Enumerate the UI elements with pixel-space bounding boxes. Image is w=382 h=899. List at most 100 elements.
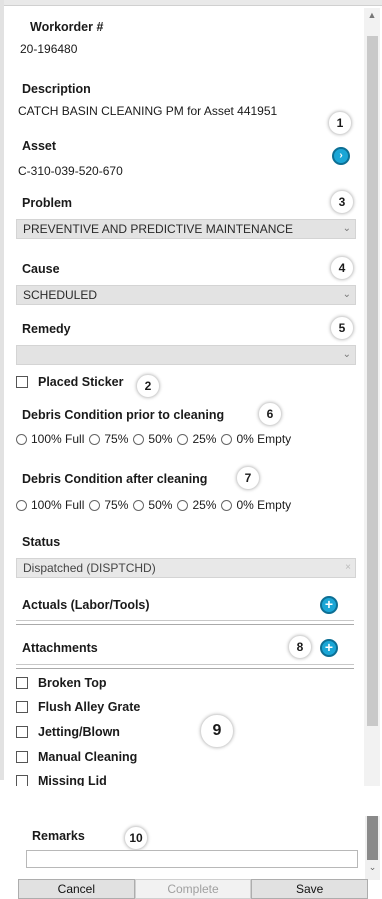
debris-after-option-100[interactable]: 100% Full <box>16 498 84 512</box>
radio-button[interactable] <box>177 499 189 511</box>
divider <box>16 624 354 625</box>
status-label: Status <box>22 535 61 549</box>
debris-after-option-50[interactable]: 50% <box>133 498 172 512</box>
radio-button[interactable] <box>89 499 101 511</box>
debris-prior-option-75[interactable]: 75% <box>89 432 128 446</box>
checklist-item[interactable]: Missing Lid <box>16 774 107 786</box>
scroll-down-icon[interactable]: ⌄ <box>365 862 380 873</box>
complete-button[interactable]: Complete <box>134 879 252 899</box>
debris-after-option-25[interactable]: 25% <box>177 498 216 512</box>
scrollbar-thumb[interactable] <box>367 816 378 860</box>
workorder-label: Workorder # <box>30 20 104 34</box>
debris-prior-option-0[interactable]: 0% Empty <box>221 432 291 446</box>
radio-button[interactable] <box>177 433 189 445</box>
annotation-badge-8: 8 <box>288 635 312 659</box>
debris-prior-label: Debris Condition prior to cleaning <box>22 408 225 422</box>
radio-button[interactable] <box>221 433 233 445</box>
radio-button[interactable] <box>89 433 101 445</box>
add-attachment-icon[interactable]: + <box>320 639 338 657</box>
add-actuals-icon[interactable]: + <box>320 596 338 614</box>
divider <box>16 668 354 669</box>
checklist-label: Broken Top <box>38 676 107 690</box>
save-button[interactable]: Save <box>251 879 369 899</box>
radio-button[interactable] <box>133 433 145 445</box>
annotation-badge-9: 9 <box>200 714 234 748</box>
divider <box>16 620 354 621</box>
cause-value: SCHEDULED <box>23 288 98 302</box>
scrollbar-thumb[interactable] <box>367 36 378 726</box>
remarks-label: Remarks <box>32 829 85 843</box>
checklist-label: Flush Alley Grate <box>38 700 141 714</box>
cause-dropdown[interactable]: SCHEDULED ⌄ <box>16 285 356 305</box>
annotation-badge-10: 10 <box>124 826 148 850</box>
option-label: 25% <box>192 498 217 512</box>
chevron-down-icon: ⌄ <box>342 223 351 234</box>
checklist-item[interactable]: Manual Cleaning <box>16 750 137 764</box>
option-label: 100% Full <box>31 432 85 446</box>
chevron-down-icon: ⌄ <box>342 289 351 300</box>
asset-lookup-icon[interactable]: › <box>332 147 350 165</box>
checklist-item[interactable]: Flush Alley Grate <box>16 700 140 714</box>
checkbox-box[interactable] <box>16 376 28 388</box>
debris-after-label: Debris Condition after cleaning <box>22 472 208 486</box>
chevron-down-icon: ⌄ <box>342 349 351 360</box>
divider <box>16 664 354 665</box>
debris-prior-option-25[interactable]: 25% <box>177 432 216 446</box>
radio-button[interactable] <box>16 433 27 445</box>
debris-prior-option-50[interactable]: 50% <box>133 432 172 446</box>
problem-value: PREVENTIVE AND PREDICTIVE MAINTENANCE <box>23 222 294 236</box>
placed-sticker-label: Placed Sticker <box>38 375 124 389</box>
radio-button[interactable] <box>16 499 27 511</box>
problem-dropdown[interactable]: PREVENTIVE AND PREDICTIVE MAINTENANCE ⌄ <box>16 219 356 239</box>
close-icon: × <box>345 562 351 573</box>
radio-button[interactable] <box>221 499 233 511</box>
cancel-button[interactable]: Cancel <box>18 879 135 899</box>
asset-value: C-310-039-520-670 <box>18 164 123 178</box>
scroll-up-icon[interactable]: ▲ <box>364 8 380 22</box>
checkbox-box[interactable] <box>16 701 28 713</box>
checklist-label: Manual Cleaning <box>38 750 138 764</box>
debris-prior-option-100[interactable]: 100% Full <box>16 432 84 446</box>
left-edge <box>0 0 4 780</box>
checkbox-box[interactable] <box>16 677 28 689</box>
option-label: 25% <box>192 432 217 446</box>
checklist-label: Missing Lid <box>38 774 107 786</box>
debris-after-options: 100% Full 75% 50% 25% 0% Empty <box>16 498 296 512</box>
annotation-badge-1: 1 <box>328 111 352 135</box>
workorder-form: Workorder # 20-196480 Description CATCH … <box>0 0 382 899</box>
checkbox-box[interactable] <box>16 775 28 786</box>
option-label: 75% <box>104 498 129 512</box>
checklist-item[interactable]: Jetting/Blown <box>16 725 120 739</box>
description-value: CATCH BASIN CLEANING PM for Asset 441951 <box>18 104 278 118</box>
placed-sticker-checkbox[interactable]: Placed Sticker <box>16 375 123 389</box>
remedy-dropdown[interactable]: ⌄ <box>16 345 356 365</box>
description-label: Description <box>22 82 91 96</box>
remarks-scrollbar[interactable]: ⌄ <box>365 816 380 880</box>
asset-label: Asset <box>22 139 57 153</box>
checklist-item[interactable]: Broken Top <box>16 676 107 690</box>
cause-label: Cause <box>22 262 60 276</box>
form-scroll-area[interactable]: Workorder # 20-196480 Description CATCH … <box>6 8 360 786</box>
annotation-badge-4: 4 <box>330 256 354 280</box>
radio-button[interactable] <box>133 499 145 511</box>
checklist-label: Jetting/Blown <box>38 725 120 739</box>
annotation-badge-7: 7 <box>236 466 260 490</box>
option-label: 0% Empty <box>236 498 292 512</box>
debris-after-option-0[interactable]: 0% Empty <box>221 498 291 512</box>
checkbox-box[interactable] <box>16 726 28 738</box>
option-label: 0% Empty <box>236 432 292 446</box>
debris-prior-options: 100% Full 75% 50% 25% 0% Empty <box>16 432 296 446</box>
workorder-value: 20-196480 <box>20 42 78 56</box>
problem-label: Problem <box>22 196 73 210</box>
vertical-scrollbar[interactable]: ▲ <box>364 8 380 786</box>
option-label: 100% Full <box>31 498 85 512</box>
actuals-label: Actuals (Labor/Tools) <box>22 598 150 612</box>
annotation-badge-2: 2 <box>136 374 160 398</box>
debris-after-option-75[interactable]: 75% <box>89 498 128 512</box>
window-top-strip <box>0 0 382 6</box>
option-label: 75% <box>104 432 129 446</box>
attachments-label: Attachments <box>22 641 98 655</box>
status-value: Dispatched (DISPTCHD) <box>23 561 156 575</box>
remarks-input[interactable] <box>26 850 358 868</box>
checkbox-box[interactable] <box>16 751 28 763</box>
